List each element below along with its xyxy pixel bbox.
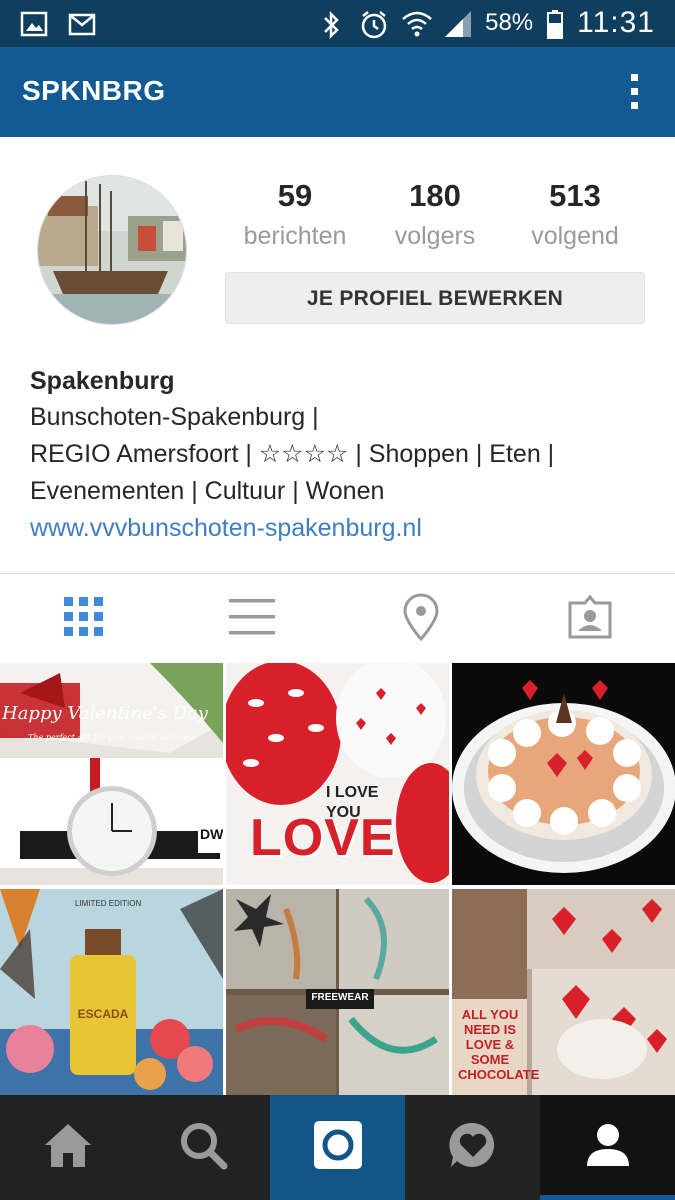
tab-photo-map[interactable]: [337, 574, 505, 664]
gallery-icon: [20, 10, 48, 38]
status-bar: 58% 11:31: [0, 0, 675, 47]
post-thumbnail[interactable]: [452, 663, 675, 885]
stat-followers-label: volgers: [394, 222, 476, 250]
stat-following-value: 513: [549, 178, 601, 213]
post-thumbnail[interactable]: I LOVE YOU LOVE: [226, 663, 449, 885]
gmail-icon: [68, 10, 96, 38]
stat-followers-value: 180: [409, 178, 461, 213]
clock: 11:31: [577, 6, 655, 39]
post-thumbnail[interactable]: ALL YOU NEED IS LOVE & SOME CHOCOLATE: [452, 889, 675, 1095]
bottom-navigation: [0, 1095, 675, 1200]
camera-icon: [312, 1119, 364, 1176]
tab-grid-view[interactable]: [0, 574, 168, 664]
profile-icon: [585, 1122, 631, 1173]
post-grid: Happy Valentine's Day The perfect gift f…: [0, 663, 675, 1095]
stat-following[interactable]: 513 volgend: [505, 178, 645, 251]
profile-username-title: SPKNBRG: [22, 75, 166, 106]
avatar[interactable]: [37, 175, 187, 325]
profile-full-name: Spakenburg: [30, 367, 175, 395]
location-pin-icon: [401, 593, 441, 646]
nav-camera[interactable]: [270, 1095, 405, 1200]
more-vert-icon[interactable]: [625, 71, 645, 113]
edit-profile-button[interactable]: JE PROFIEL BEWERKEN: [225, 272, 645, 324]
activity-heart-icon: [447, 1119, 499, 1176]
post-thumbnail[interactable]: FREEWEAR: [226, 889, 449, 1095]
bluetooth-icon: [317, 9, 345, 40]
stat-followers[interactable]: 180 volgers: [365, 178, 505, 251]
post-caption-text: LIMITED EDITION: [75, 899, 142, 908]
post-caption-text: Happy Valentine's Day: [2, 703, 208, 724]
post-sub-text: The perfect gift for your special someon…: [28, 733, 196, 742]
stat-posts[interactable]: 59 berichten: [225, 178, 365, 251]
instagram-profile-screen: 58% 11:31 SPKNBRG 59 berichten 180 volge…: [0, 0, 675, 1200]
bio-line: REGIO Amersfoort | ☆☆☆☆ | Shoppen | Eten…: [30, 440, 555, 468]
alarm-icon: [359, 9, 387, 39]
view-tabs: [0, 574, 675, 664]
app-bar: SPKNBRG: [0, 47, 675, 137]
post-brand: ESCADA: [77, 1007, 129, 1021]
battery-percentage: 58%: [485, 9, 534, 36]
battery-icon: [547, 9, 564, 39]
grid-icon: [63, 596, 105, 643]
post-caption-text: ALL YOU NEED IS LOVE & SOME CHOCOLATE: [458, 1007, 540, 1082]
bio-line: Bunschoten-Spakenburg |: [30, 403, 319, 431]
signal-icon: [443, 9, 472, 37]
profile-bio: Spakenburg Bunschoten-Spakenburg | REGIO…: [30, 363, 650, 547]
post-big-text: LOVE: [250, 809, 396, 867]
tab-tagged-photos[interactable]: [506, 574, 674, 664]
post-thumbnail[interactable]: LIMITED EDITION ESCADA: [0, 889, 223, 1095]
tagged-photos-icon: [567, 594, 613, 645]
post-thumbnail[interactable]: Happy Valentine's Day The perfect gift f…: [0, 663, 223, 885]
nav-profile[interactable]: [540, 1095, 675, 1200]
active-tab-indicator: [540, 1195, 675, 1200]
nav-activity[interactable]: [405, 1095, 540, 1200]
stat-posts-label: berichten: [243, 222, 347, 250]
home-icon: [42, 1121, 94, 1174]
post-brand: DW: [200, 826, 223, 842]
list-icon: [228, 596, 276, 643]
website-link[interactable]: www.vvvbunschoten-spakenburg.nl: [30, 510, 650, 547]
wifi-icon: [401, 9, 432, 37]
stat-posts-value: 59: [277, 178, 313, 213]
tab-list-view[interactable]: [168, 574, 336, 664]
stat-following-label: volgend: [531, 222, 619, 250]
bio-line: Evenementen | Cultuur | Wonen: [30, 477, 385, 505]
search-icon: [178, 1120, 228, 1175]
nav-home[interactable]: [0, 1095, 135, 1200]
post-brand: FREEWEAR: [311, 992, 369, 1003]
nav-search[interactable]: [135, 1095, 270, 1200]
